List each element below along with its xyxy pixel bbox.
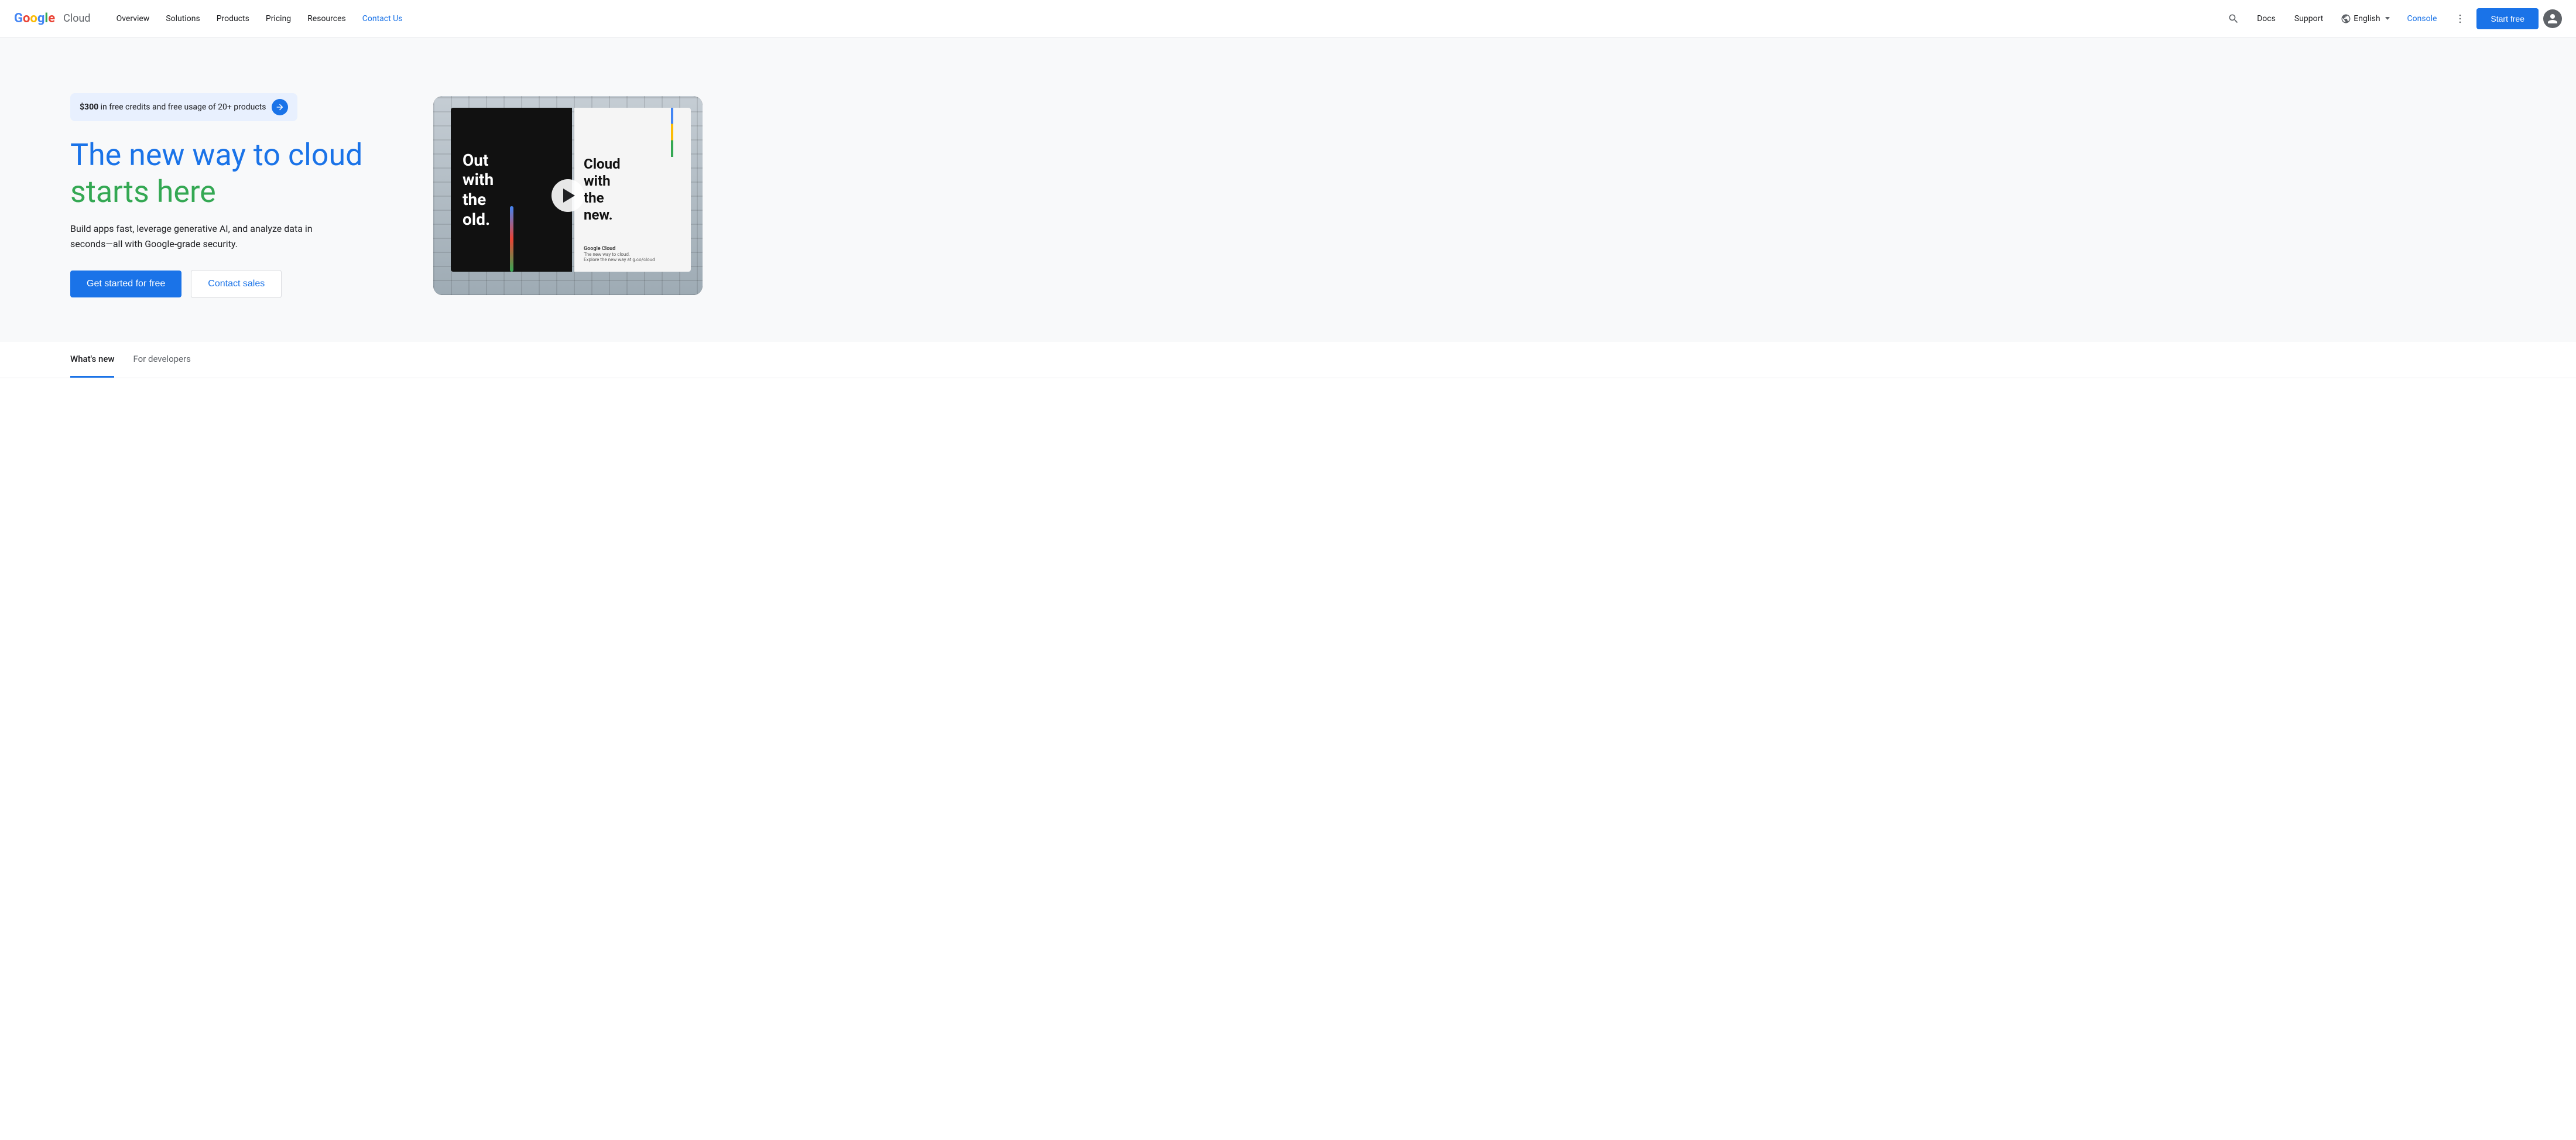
nav-links: Overview Solutions Products Pricing Reso… [109,9,2222,28]
billboard-right-panel: Cloudwiththenew. Google Cloud The new wa… [574,108,691,272]
console-link[interactable]: Console [2400,9,2444,28]
hero-content: $300 in free credits and free usage of 2… [70,93,386,299]
hero-section: $300 in free credits and free usage of 2… [0,37,2576,342]
globe-icon [2341,13,2351,24]
billboard-url: Explore the new way at g.co/cloud [584,257,681,262]
chevron-down-icon [2385,17,2390,20]
nav-item-contact-us[interactable]: Contact Us [355,9,410,28]
hero-title: The new way to cloud starts here [70,138,386,210]
billboard-left-stripe [510,206,513,272]
get-started-button[interactable]: Get started for free [70,271,181,297]
language-selector[interactable]: English [2335,9,2395,29]
hero-video[interactable]: Outwiththeold. Cloudwiththenew. Google C… [433,96,703,295]
tab-whats-new[interactable]: What's new [70,342,114,378]
contact-sales-button[interactable]: Contact sales [191,270,282,298]
promo-bold: $300 [80,102,98,112]
billboard-tagline: The new way to cloud. [584,252,681,257]
docs-link[interactable]: Docs [2250,9,2283,28]
support-link[interactable]: Support [2287,9,2330,28]
nav-item-overview[interactable]: Overview [109,9,157,28]
promo-rest: in free credits and free usage of 20+ pr… [98,102,266,112]
nav-item-products[interactable]: Products [210,9,256,28]
start-free-button[interactable]: Start free [2476,8,2539,29]
promo-arrow-button[interactable] [272,99,288,115]
cloud-label: Cloud [63,12,90,25]
billboard-brand-name: Google Cloud [584,246,681,252]
tab-for-developers[interactable]: For developers [133,342,190,378]
google-logo: G o o g l e [14,11,55,26]
logo[interactable]: G o o g l e Cloud [14,11,91,26]
avatar-icon [2546,12,2560,26]
search-icon [2228,13,2239,25]
tabs-list: What's new For developers [70,342,2506,378]
hero-title-line2: starts here [70,174,386,210]
nav-right-actions: Docs Support English Console Start free [2222,7,2562,30]
navbar: G o o g l e Cloud Overview Solutions Pro… [0,0,2576,37]
user-avatar[interactable] [2543,9,2562,28]
billboard-brand-area: Google Cloud The new way to cloud. Explo… [584,246,681,262]
billboard-right-stripe [671,108,673,157]
language-label: English [2354,14,2380,23]
promo-text: $300 in free credits and free usage of 2… [80,102,266,112]
play-icon [563,189,575,203]
more-options-button[interactable] [2448,7,2472,30]
billboard-right-text: Cloudwiththenew. [584,156,681,223]
hero-title-line1: The new way to cloud [70,138,386,173]
hero-subtitle: Build apps fast, leverage generative AI,… [70,221,340,251]
nav-item-resources[interactable]: Resources [300,9,353,28]
hero-video-area: Outwiththeold. Cloudwiththenew. Google C… [433,96,703,295]
content-tabs: What's new For developers [0,342,2576,378]
nav-item-pricing[interactable]: Pricing [259,9,298,28]
hero-actions: Get started for free Contact sales [70,270,386,298]
dots-vertical-icon [2454,13,2466,25]
search-button[interactable] [2222,7,2245,30]
nav-item-solutions[interactable]: Solutions [159,9,207,28]
play-button[interactable] [551,179,584,212]
arrow-right-icon [275,102,285,112]
promo-banner: $300 in free credits and free usage of 2… [70,93,297,121]
